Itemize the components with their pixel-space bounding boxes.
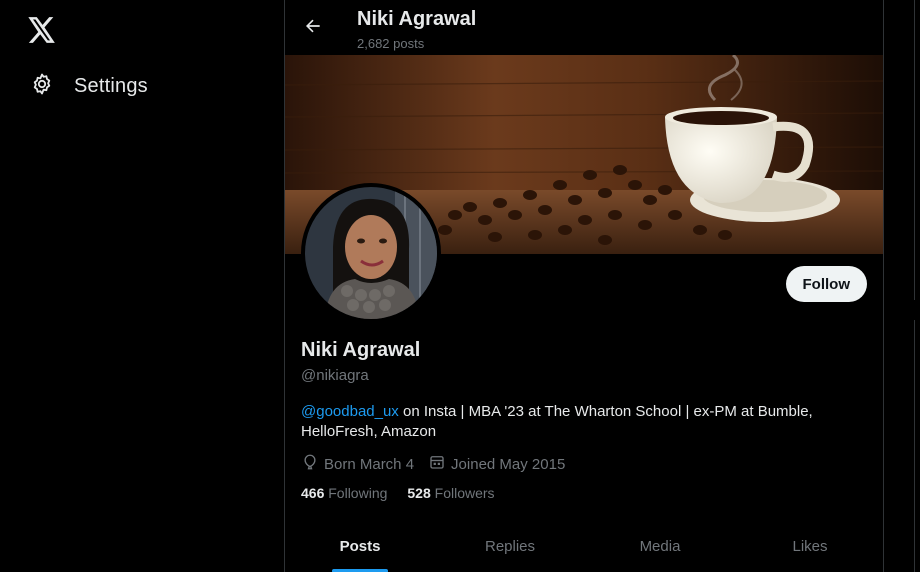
x-logo-icon[interactable] [27,15,57,45]
tab-posts[interactable]: Posts [285,520,435,572]
profile-tabs: Posts Replies Media Likes [285,520,883,572]
tab-replies-label: Replies [484,538,536,555]
followers-label: Followers [434,485,495,501]
calendar-icon [428,453,446,475]
bio-mention-link[interactable]: @goodbad_ux [301,403,399,420]
tab-replies[interactable]: Replies [435,520,585,572]
tab-media[interactable]: Media [585,520,735,572]
joined-item: Joined May 2015 [428,453,565,475]
tab-likes[interactable]: Likes [735,520,883,572]
following-link[interactable]: 466 Following [301,485,387,501]
birthday-item: Born March 4 [301,453,414,475]
following-count: 466 [301,485,325,501]
right-panel-edge-lower [914,320,920,572]
profile-meta: Born March 4 Joined May 2015 [301,453,565,475]
left-navigation: Settings [0,0,284,572]
followers-count: 528 [407,485,431,501]
header-profile-name: Niki Agrawal [357,8,477,30]
birthday-text: Born March 4 [324,455,415,473]
profile-header-bar: Niki Agrawal 2,682 posts [285,0,883,55]
header-posts-count: 2,682 posts [357,36,425,51]
profile-name: Niki Agrawal [301,339,421,361]
tab-posts-label: Posts [339,538,381,555]
balloon-icon [301,453,319,475]
joined-text: Joined May 2015 [451,455,566,473]
gear-icon [30,72,54,101]
follow-stats: 466 Following 528 Followers [301,485,495,501]
profile-avatar[interactable] [301,183,441,323]
nav-item-settings[interactable]: Settings [24,64,154,108]
tab-media-label: Media [639,538,681,555]
arrow-left-icon [303,16,323,41]
following-label: Following [328,485,388,501]
right-panel-edge [914,0,920,300]
profile-bio: @goodbad_ux on Insta | MBA '23 at The Wh… [301,402,861,442]
profile-main-column: Niki Agrawal 2,682 posts Follow Niki Agr… [284,0,884,572]
followers-link[interactable]: 528 Followers [407,485,494,501]
follow-button[interactable]: Follow [785,266,867,302]
profile-handle: @nikiagra [301,367,369,384]
tab-likes-label: Likes [792,538,828,555]
back-button[interactable] [297,12,329,44]
nav-item-settings-label: Settings [74,74,148,97]
